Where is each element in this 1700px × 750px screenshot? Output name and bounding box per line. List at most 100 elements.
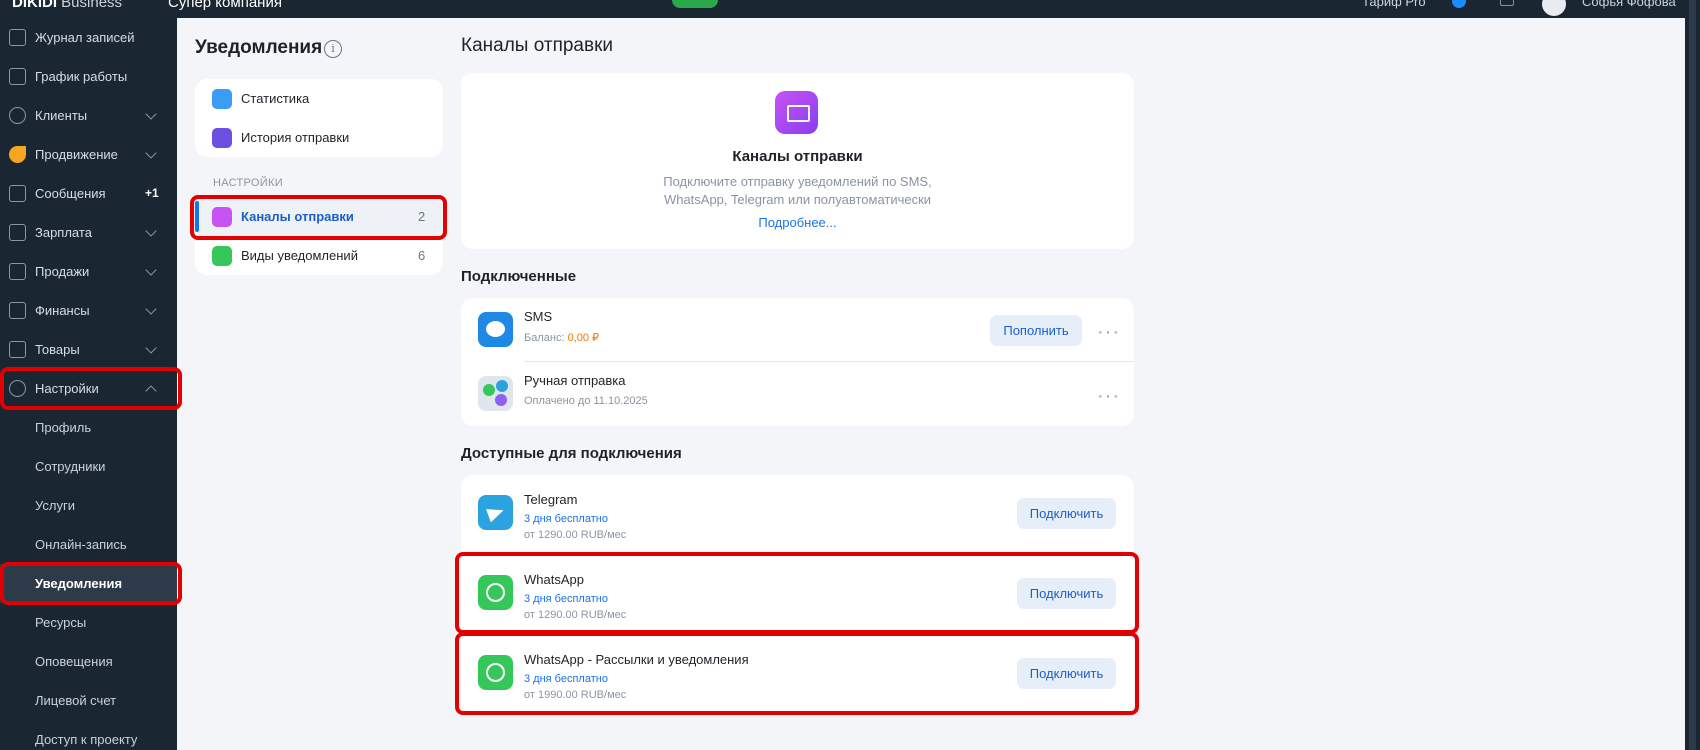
channel-trial[interactable]: 3 дня бесплатно [524, 593, 608, 605]
sidebar-subitem-label: Оповещения [35, 654, 113, 669]
sidebar-subitem-profile[interactable]: Профиль [0, 408, 177, 447]
sidebar-item-label: Сообщения [35, 186, 106, 201]
clients-icon [9, 107, 26, 124]
calendar-icon [9, 68, 26, 85]
channel-price: от 1990.00 RUB/мес [524, 689, 627, 701]
scrollbar[interactable] [1685, 0, 1700, 750]
main-title: Каналы отправки [461, 35, 614, 56]
statistics-icon [212, 89, 232, 109]
sidebar-item-label: Товары [35, 342, 80, 357]
channel-row-sms: SMS Баланс: 0,00 ₽ Пополнить [461, 298, 1134, 362]
sidebar-subitem-online-booking[interactable]: Онлайн-запись [0, 525, 177, 564]
channel-name: WhatsApp [524, 572, 584, 587]
avatar[interactable] [1542, 0, 1566, 16]
top-up-button[interactable]: Пополнить [990, 315, 1082, 346]
more-options-icon[interactable] [1097, 321, 1120, 344]
sidebar-item-salary[interactable]: Зарплата [0, 213, 177, 252]
channel-trial[interactable]: 3 дня бесплатно [524, 513, 608, 525]
sidebar-subitem-label: Лицевой счет [35, 693, 117, 708]
sidebar-subitem-account[interactable]: Лицевой счет [0, 681, 177, 720]
whatsapp-icon [478, 575, 513, 610]
bell-icon[interactable] [1500, 0, 1514, 6]
sidebar-item-messages[interactable]: Сообщения +1 [0, 174, 177, 213]
messages-badge: +1 [145, 186, 159, 200]
sidebar-subitem-label: Ресурсы [35, 615, 87, 630]
connect-whatsapp-mailing-button[interactable]: Подключить [1017, 658, 1116, 689]
settings-section-label: НАСТРОЙКИ [213, 177, 283, 189]
channel-trial[interactable]: 3 дня бесплатно [524, 673, 608, 685]
info-icon[interactable]: i [324, 40, 342, 58]
sidebar-subitem-notifications[interactable]: Уведомления [0, 564, 177, 603]
menu-item-statistics[interactable]: Статистика [195, 79, 443, 118]
chevron-up-icon [145, 385, 157, 397]
sidebar-subitem-project-access[interactable]: Доступ к проекту [0, 720, 177, 750]
menu-item-history[interactable]: История отправки [195, 118, 443, 157]
sidebar-subitem-staff[interactable]: Сотрудники [0, 447, 177, 486]
telegram-icon [478, 495, 513, 530]
company-name[interactable]: Супер компания [168, 0, 282, 11]
tariff-label[interactable]: Тариф Pro [1362, 0, 1426, 9]
sidebar-item-journal[interactable]: Журнал записей [0, 18, 177, 57]
sidebar-item-finance[interactable]: Финансы [0, 291, 177, 330]
gear-icon [9, 380, 26, 397]
menu-item-notification-types[interactable]: Виды уведомлений 6 [195, 236, 443, 275]
sidebar-subitem-resources[interactable]: Ресурсы [0, 603, 177, 642]
available-section-title: Доступные для подключения [461, 445, 682, 462]
notifications-menu-card: Статистика История отправки [195, 79, 443, 157]
sidebar-item-label: Финансы [35, 303, 90, 318]
page-title: Уведомления [195, 37, 323, 58]
sidebar-item-label: Настройки [35, 381, 99, 396]
finance-icon [9, 302, 26, 319]
goods-icon [9, 341, 26, 358]
rocket-icon [9, 146, 26, 163]
more-options-icon[interactable] [1097, 385, 1120, 408]
channels-icon [212, 207, 232, 227]
hero-description-line2: WhatsApp, Telegram или полуавтоматически [663, 192, 932, 207]
learn-more-link[interactable]: Подробнее... [461, 215, 1134, 230]
sidebar-item-sales[interactable]: Продажи [0, 252, 177, 291]
channel-name: Ручная отправка [524, 373, 626, 388]
chevron-down-icon [145, 225, 157, 237]
whatsapp-icon [478, 655, 513, 690]
balance-label: Баланс: [524, 332, 568, 344]
sidebar-item-label: График работы [35, 69, 128, 84]
types-icon [212, 246, 232, 266]
connected-section-title: Подключенные [461, 268, 577, 285]
connect-whatsapp-button[interactable]: Подключить [1017, 578, 1116, 609]
chevron-down-icon [145, 147, 157, 159]
connected-card: SMS Баланс: 0,00 ₽ Пополнить Ручная отпр… [461, 298, 1134, 426]
sms-icon [478, 312, 513, 347]
menu-item-channels[interactable]: Каналы отправки 2 [195, 197, 443, 236]
available-card: Telegram 3 дня бесплатно от 1290.00 RUB/… [461, 475, 1134, 713]
status-dot-icon[interactable] [1452, 0, 1466, 8]
channel-name: SMS [524, 309, 553, 324]
sidebar-item-promotion[interactable]: Продвижение [0, 135, 177, 174]
sidebar-item-settings[interactable]: Настройки [0, 369, 177, 408]
sidebar-subitem-services[interactable]: Услуги [0, 486, 177, 525]
sidebar-item-label: Клиенты [35, 108, 88, 123]
sidebar-item-schedule[interactable]: График работы [0, 57, 177, 96]
top-bar: DIKIDI Business Супер компания Тариф Pro… [0, 0, 1700, 18]
sidebar-item-label: Журнал записей [35, 30, 135, 45]
sidebar-subitem-alerts[interactable]: Оповещения [0, 642, 177, 681]
settings-menu-card: Каналы отправки 2 Виды уведомлений 6 [195, 197, 443, 275]
brand-logo[interactable]: DIKIDI Business [12, 0, 122, 11]
menu-item-label: История отправки [241, 130, 350, 145]
user-name[interactable]: Софья Фофова [1582, 0, 1676, 9]
sidebar-subitem-label: Уведомления [35, 576, 123, 591]
chevron-down-icon [145, 342, 157, 354]
sidebar-item-clients[interactable]: Клиенты [0, 96, 177, 135]
hero-description-line1: Подключите отправку уведомлений по SMS, [663, 174, 932, 189]
channel-paid-until: Оплачено до 11.10.2025 [524, 395, 648, 407]
channel-name: Telegram [524, 492, 578, 507]
channel-name: WhatsApp - Рассылки и уведомления [524, 652, 749, 667]
history-icon [212, 128, 232, 148]
connect-telegram-button[interactable]: Подключить [1017, 498, 1116, 529]
menu-item-count: 2 [418, 209, 426, 224]
menu-item-label: Каналы отправки [241, 209, 354, 224]
journal-icon [9, 29, 26, 46]
sidebar-subitem-label: Профиль [35, 420, 92, 435]
brand-suffix: Business [57, 0, 123, 11]
sidebar-item-goods[interactable]: Товары [0, 330, 177, 369]
channel-price: от 1290.00 RUB/мес [524, 529, 627, 541]
